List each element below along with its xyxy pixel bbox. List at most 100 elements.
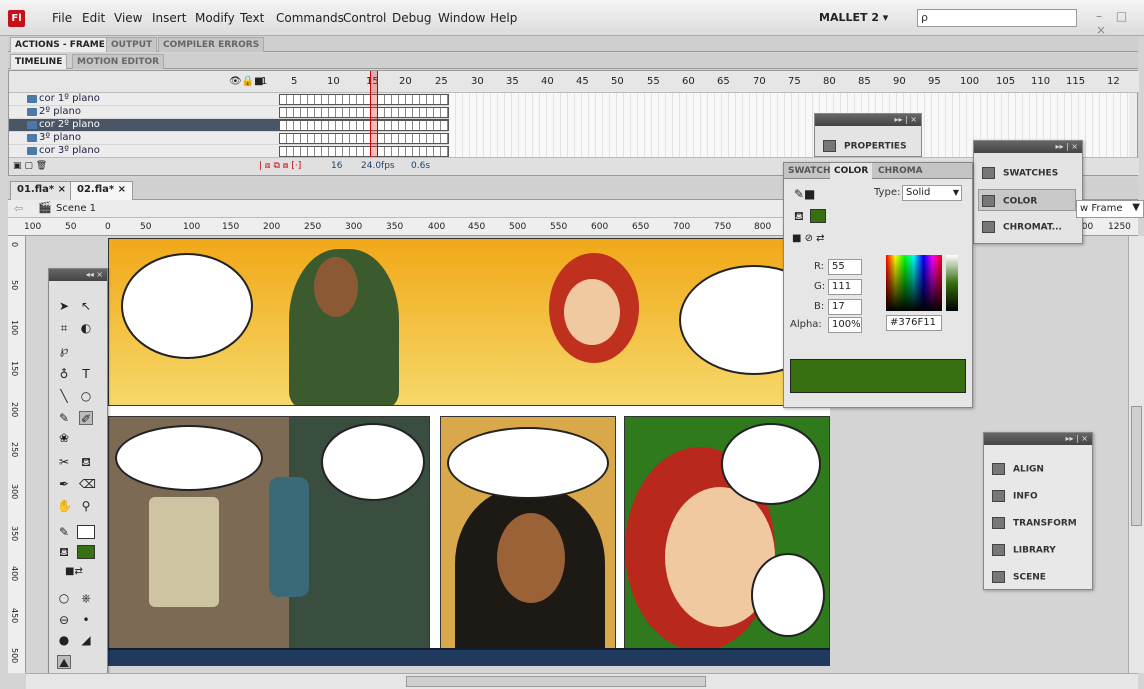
bone-tool-icon[interactable]: ✂ bbox=[57, 455, 71, 469]
3d-rotation-icon[interactable]: ◐ bbox=[79, 321, 93, 335]
frame-grid[interactable] bbox=[449, 106, 1129, 119]
brush-tool-icon[interactable]: ✐ bbox=[79, 411, 93, 426]
horizontal-scrollbar[interactable] bbox=[26, 673, 1138, 689]
menu-window[interactable]: Window bbox=[438, 11, 485, 25]
info-item[interactable]: INFO bbox=[992, 490, 1038, 502]
color-spectrum[interactable] bbox=[886, 255, 942, 311]
panel-header[interactable]: ▸▸ | × bbox=[984, 433, 1092, 445]
search-input[interactable]: ρ bbox=[917, 9, 1077, 27]
brush-size-icon[interactable]: • bbox=[79, 613, 93, 627]
comic-panel-portrait[interactable] bbox=[440, 416, 616, 650]
frame-strip[interactable] bbox=[279, 120, 449, 131]
deco-tool-icon[interactable]: ❀ bbox=[57, 431, 71, 445]
object-drawing-icon[interactable]: ○ bbox=[57, 591, 71, 605]
frame-rate[interactable]: 24.0fps bbox=[361, 161, 395, 171]
stroke-color-swatch[interactable] bbox=[77, 525, 95, 539]
fill-color-swatch[interactable] bbox=[810, 209, 826, 223]
vertical-scrollbar[interactable] bbox=[1128, 236, 1144, 673]
layer-toggle-icons[interactable]: 👁🔒■ bbox=[229, 76, 264, 87]
view-dropdown[interactable]: w Frame ▼ bbox=[1076, 200, 1144, 218]
lasso-tool-icon[interactable]: ℘ bbox=[57, 343, 71, 357]
pressure-icon[interactable]: ◢ bbox=[79, 633, 93, 647]
library-item[interactable]: LIBRARY bbox=[992, 544, 1056, 556]
tab-actions-frame[interactable]: ACTIONS - FRAME bbox=[10, 37, 110, 52]
menu-control[interactable]: Control bbox=[343, 11, 386, 25]
transform-item[interactable]: TRANSFORM bbox=[992, 517, 1077, 529]
menu-debug[interactable]: Debug bbox=[392, 11, 431, 25]
scene-label[interactable]: Scene 1 bbox=[56, 203, 96, 214]
frame-grid[interactable] bbox=[449, 93, 1129, 106]
scene-item[interactable]: SCENE bbox=[992, 571, 1046, 583]
swatches-item[interactable]: SWATCHES bbox=[982, 167, 1058, 179]
menu-text[interactable]: Text bbox=[240, 11, 264, 25]
subselection-tool-icon[interactable]: ↖ bbox=[79, 299, 93, 313]
stroke-pencil-icon[interactable]: ✎■ bbox=[794, 187, 815, 201]
brightness-slider[interactable] bbox=[946, 255, 958, 311]
speech-bubble[interactable] bbox=[121, 253, 253, 359]
comic-panel-room[interactable] bbox=[108, 416, 430, 650]
hand-tool-icon[interactable]: ✋ bbox=[57, 499, 72, 513]
menu-edit[interactable]: Edit bbox=[82, 11, 105, 25]
panel-header[interactable]: ▸▸ | × bbox=[815, 114, 921, 126]
menu-help[interactable]: Help bbox=[490, 11, 517, 25]
frame-strip[interactable] bbox=[279, 146, 449, 157]
comic-panel-top[interactable] bbox=[108, 238, 830, 406]
pencil-tool-icon[interactable]: ✎ bbox=[57, 411, 71, 425]
swap-colors-icon[interactable]: ■ ⊘ ⇄ bbox=[792, 233, 825, 244]
selection-tool-icon[interactable]: ➤ bbox=[57, 299, 71, 313]
frame-strip[interactable] bbox=[279, 133, 449, 144]
paint-bucket-icon[interactable]: ⛾ bbox=[79, 455, 93, 469]
b-input[interactable]: 17 bbox=[828, 299, 862, 315]
layer-row[interactable]: cor 1º plano bbox=[9, 93, 1129, 106]
eyedropper-icon[interactable]: ✒ bbox=[57, 477, 71, 491]
frame-strip[interactable] bbox=[279, 94, 449, 105]
alpha-input[interactable]: 100% bbox=[828, 317, 862, 333]
playhead[interactable] bbox=[370, 71, 378, 157]
layer-row[interactable]: 2º plano bbox=[9, 106, 1129, 119]
tab-motion-editor[interactable]: MOTION EDITOR bbox=[72, 54, 165, 69]
scroll-thumb[interactable] bbox=[1131, 406, 1142, 526]
swap-colors-icon[interactable]: ■⇄ bbox=[65, 565, 83, 579]
tab-output[interactable]: OUTPUT bbox=[106, 37, 158, 52]
line-tool-icon[interactable]: ╲ bbox=[57, 389, 71, 403]
oval-tool-icon[interactable]: ○ bbox=[79, 389, 93, 403]
panel-header[interactable]: ▸▸ | × bbox=[974, 141, 1082, 153]
g-input[interactable]: 111 bbox=[828, 279, 862, 295]
menu-modify[interactable]: Modify bbox=[195, 11, 235, 25]
brush-mode-icon[interactable]: ⊖ bbox=[57, 613, 71, 627]
onion-skin-icon[interactable]: | ⧈ ⧉ ⧇ [·] bbox=[259, 161, 301, 171]
free-transform-icon[interactable]: ⌗ bbox=[57, 321, 71, 335]
scroll-thumb[interactable] bbox=[406, 676, 706, 687]
chromat-item[interactable]: CHROMAT... bbox=[982, 221, 1062, 233]
brush-shape-icon[interactable]: ● bbox=[57, 633, 71, 647]
comic-artwork[interactable] bbox=[108, 238, 830, 650]
hex-input[interactable]: #376F11 bbox=[886, 315, 942, 331]
tab-doc-01[interactable]: 01.fla* × bbox=[10, 181, 73, 200]
menu-insert[interactable]: Insert bbox=[152, 11, 186, 25]
type-select[interactable]: Solid ▼ bbox=[902, 185, 962, 201]
back-arrow-icon[interactable]: ⇦ bbox=[14, 202, 23, 215]
tab-color[interactable]: COLOR bbox=[830, 163, 873, 179]
lock-fill-icon[interactable]: ⛰ bbox=[57, 655, 71, 670]
menu-file[interactable]: File bbox=[52, 11, 72, 25]
text-tool-icon[interactable]: T bbox=[79, 367, 93, 381]
tab-chroma[interactable]: CHROMA bbox=[878, 166, 923, 176]
snap-icon[interactable]: ⎈ bbox=[79, 591, 93, 605]
layer-row[interactable]: 3º plano bbox=[9, 132, 1129, 145]
fill-bucket-icon[interactable]: ⛾ bbox=[794, 209, 804, 225]
fill-color-swatch[interactable] bbox=[77, 545, 95, 559]
speech-bubble[interactable] bbox=[447, 427, 609, 499]
tab-doc-02[interactable]: 02.fla* × bbox=[70, 181, 133, 200]
properties-item[interactable]: PROPERTIES bbox=[823, 140, 907, 152]
frame-strip[interactable] bbox=[279, 107, 449, 118]
workspace-switcher[interactable]: MALLET 2 ▾ bbox=[819, 11, 888, 24]
tab-compiler-errors[interactable]: COMPILER ERRORS bbox=[158, 37, 265, 52]
tab-swatch[interactable]: SWATCH bbox=[788, 166, 831, 176]
speech-bubble[interactable] bbox=[721, 423, 821, 505]
menu-commands[interactable]: Commands bbox=[276, 11, 344, 25]
frame-grid[interactable] bbox=[449, 119, 1129, 132]
speech-bubble[interactable] bbox=[751, 553, 825, 637]
r-input[interactable]: 55 bbox=[828, 259, 862, 275]
menu-view[interactable]: View bbox=[114, 11, 142, 25]
color-item[interactable]: COLOR bbox=[982, 195, 1037, 207]
